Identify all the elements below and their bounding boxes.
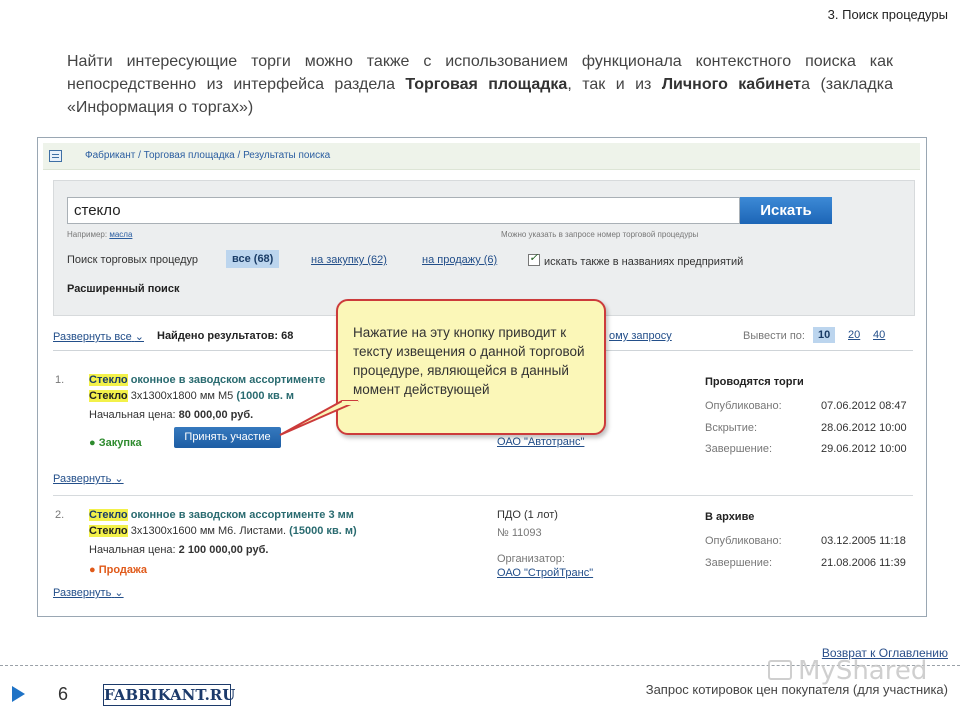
result-title[interactable]: Стекло оконное в заводском ассортименте … (89, 509, 354, 521)
organizer-label: Организатор: (497, 553, 565, 565)
result-type: ● Закупка (89, 437, 142, 449)
callout-box: Нажатие на эту кнопку приводит к тексту … (336, 299, 606, 435)
intro-bold-trading: Торговая площадка (405, 76, 568, 93)
procedure-type: ПДО (1 лот) (497, 509, 558, 521)
page-size-10[interactable]: 10 (813, 327, 836, 343)
chevron-down-icon: ⌄ (114, 473, 124, 485)
date-label: Завершение: (705, 557, 773, 569)
expand-link[interactable]: Развернуть ⌄ (53, 586, 124, 599)
page-size-20[interactable]: 20 (843, 327, 865, 343)
page-size-40[interactable]: 40 (868, 327, 890, 343)
slide-title: 3. Поиск процедуры (827, 7, 948, 22)
chevron-down-icon: ⌄ (114, 587, 124, 599)
date-value: 28.06.2012 10:00 (821, 422, 907, 434)
search-input[interactable]: стекло (67, 197, 740, 224)
date-value: 29.06.2012 10:00 (821, 443, 907, 455)
fabrikant-logo: FABRIKANT.RU (103, 684, 236, 706)
search-panel: стекло Искать Например: масла Можно указ… (53, 180, 915, 316)
breadcrumb-bar: Фабрикант / Торговая площадка / Результа… (43, 143, 920, 170)
chevron-down-icon: ⌄ (134, 331, 144, 343)
expand-all-link[interactable]: Развернуть все ⌄ (53, 330, 144, 343)
organizer-link[interactable]: ОАО "Автотранс" (497, 436, 584, 448)
filter-sale[interactable]: на продажу (6) (422, 254, 497, 266)
result-num: 2. (55, 509, 65, 521)
date-value: 03.12.2005 11:18 (821, 535, 906, 547)
date-label: Завершение: (705, 443, 773, 455)
callout-pointer (279, 400, 359, 436)
date-label: Опубликовано: (705, 535, 782, 547)
result-title[interactable]: Стекло оконное в заводском ассортименте (89, 374, 325, 386)
date-value: 07.06.2012 08:47 (821, 400, 907, 412)
expand-link[interactable]: Развернуть ⌄ (53, 472, 124, 485)
search-hint-right: Можно указать в запросе номер торговой п… (501, 230, 699, 239)
found-results: Найдено результатов: 68 (157, 330, 294, 342)
breadcrumb[interactable]: Фабрикант / Торговая площадка / Результа… (85, 150, 330, 161)
show-by-label: Вывести по: (743, 330, 805, 342)
callout-text: Нажатие на эту кнопку приводит к тексту … (353, 325, 585, 397)
result-type: ● Продажа (89, 564, 148, 576)
date-label: Опубликовано: (705, 400, 782, 412)
result-price: Начальная цена: 80 000,00 руб. (89, 409, 254, 421)
checkbox[interactable] (528, 251, 540, 266)
page-number: 6 (58, 684, 69, 704)
intro-text: Найти интересующие торги можно также с и… (67, 53, 894, 116)
also-names-option[interactable]: искать также в названиях предприятий (528, 251, 743, 268)
play-icon[interactable] (12, 686, 25, 702)
presentation-icon (768, 660, 792, 680)
advanced-search-link[interactable]: Расширенный поиск (67, 283, 179, 295)
filter-label: Поиск торговых процедур (67, 254, 199, 266)
result-price: Начальная цена: 2 100 000,00 руб. (89, 544, 269, 556)
result-row-2: 2. Стекло оконное в заводском ассортимен… (53, 507, 913, 607)
date-label: Вскрытие: (705, 422, 758, 434)
date-value: 21.08.2006 11:39 (821, 557, 906, 569)
search-hint: Например: масла (67, 230, 133, 239)
organizer-link[interactable]: ОАО "СтройТранс" (497, 567, 593, 579)
search-button[interactable]: Искать (740, 197, 832, 224)
divider (53, 495, 913, 496)
filter-purchase[interactable]: на закупку (62) (311, 254, 387, 266)
query-link[interactable]: ому запросу (609, 330, 672, 342)
footer-text: Запрос котировок цен покупателя (для уча… (645, 682, 948, 697)
procedure-number: № 11093 (497, 527, 542, 539)
result-subtitle: Стекло 3х1300х1600 мм М6. Листами. (1500… (89, 525, 357, 537)
status-badge: Проводятся торги (705, 376, 804, 388)
result-num: 1. (55, 374, 65, 386)
list-icon (49, 150, 62, 162)
status-badge: В архиве (705, 511, 755, 523)
filter-all[interactable]: все (68) (226, 250, 280, 268)
intro-bold-cabinet: Личного кабинет (661, 76, 802, 93)
hint-example-link[interactable]: масла (109, 230, 132, 239)
